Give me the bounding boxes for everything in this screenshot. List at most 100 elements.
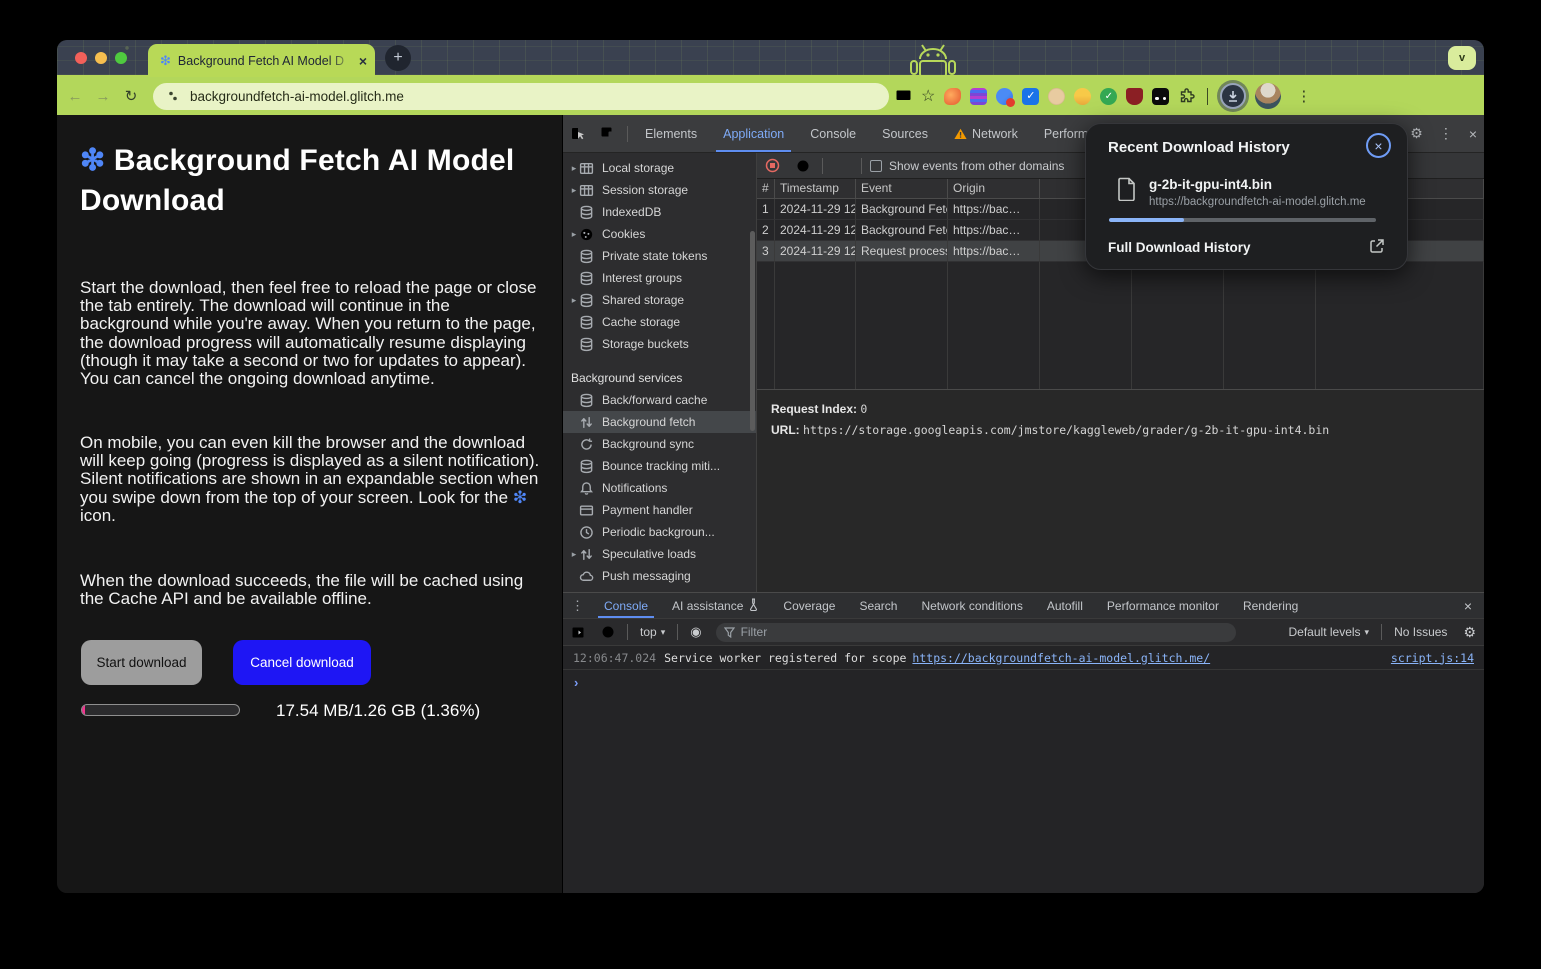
close-window-button[interactable] <box>75 52 87 64</box>
sidebar-item-storage-buckets[interactable]: Storage buckets <box>563 333 756 355</box>
url-bar[interactable]: backgroundfetch-ai-model.glitch.me <box>153 83 889 110</box>
tab-close-icon[interactable]: × <box>359 53 367 69</box>
sidebar-item-shared-storage[interactable]: ▸Shared storage <box>563 289 756 311</box>
device-toolbar-icon[interactable] <box>593 126 623 141</box>
popup-close-button[interactable]: × <box>1366 133 1391 158</box>
browser-tab[interactable]: ❇ Background Fetch AI Model D × <box>148 44 375 77</box>
site-settings-icon[interactable] <box>165 88 181 104</box>
browser-menu-icon[interactable]: ⋮ <box>1290 87 1318 105</box>
sidebar-item-indexeddb[interactable]: IndexedDB <box>563 201 756 223</box>
download-file-name[interactable]: g-2b-it-gpu-int4.bin <box>1149 177 1272 192</box>
sidebar-item-payment-handler[interactable]: Payment handler <box>563 499 756 521</box>
tab-elements[interactable]: Elements <box>632 115 710 152</box>
extension-icon-6[interactable] <box>1074 88 1091 105</box>
tab-console[interactable]: Console <box>797 115 869 152</box>
full-download-history-link[interactable]: Full Download History <box>1108 240 1251 255</box>
issues-counter[interactable]: No Issues <box>1386 625 1455 639</box>
sidebar-item-cache-storage[interactable]: Cache storage <box>563 311 756 333</box>
reload-icon[interactable]: ↻ <box>121 87 141 105</box>
live-expression-eye-icon[interactable]: ◉ <box>682 624 709 640</box>
drawer-tab-performance-monitor[interactable]: Performance monitor <box>1095 593 1231 618</box>
extension-icon-3[interactable] <box>996 88 1013 105</box>
drawer-close-icon[interactable]: × <box>1452 598 1484 614</box>
drawer-tab-rendering[interactable]: Rendering <box>1231 593 1310 618</box>
log-levels-dropdown[interactable]: Default levels▾ <box>1281 625 1378 639</box>
column-header-Timestamp[interactable]: Timestamp <box>775 179 856 198</box>
expand-arrow-icon[interactable]: ▸ <box>563 185 579 196</box>
sidebar-item-bounce-tracking[interactable]: Bounce tracking miti... <box>563 455 756 477</box>
show-other-domains-checkbox[interactable] <box>870 160 882 172</box>
console-prompt[interactable]: › <box>563 670 1484 694</box>
console-source-link[interactable]: script.js:14 <box>1391 651 1474 665</box>
tab-sources[interactable]: Sources <box>869 115 941 152</box>
drawer-menu-icon[interactable]: ⋮ <box>563 598 592 614</box>
drawer-tab-autofill[interactable]: Autofill <box>1035 593 1095 618</box>
drawer-tab-search[interactable]: Search <box>847 593 909 618</box>
console-filter-input[interactable]: Filter <box>716 623 1236 642</box>
extension-icon-8[interactable] <box>1126 88 1143 105</box>
extension-icon-5[interactable] <box>1048 88 1065 105</box>
column-header-Event[interactable]: Event <box>856 179 948 198</box>
sync-icon <box>579 437 594 452</box>
record-events-icon[interactable] <box>757 158 788 173</box>
extension-icon-7[interactable]: ✓ <box>1100 88 1117 105</box>
expand-arrow-icon[interactable]: ▸ <box>563 295 579 306</box>
sidebar-item-periodic-background-sync[interactable]: Periodic backgroun... <box>563 521 756 543</box>
downloads-button[interactable] <box>1220 83 1246 109</box>
minimize-window-button[interactable] <box>95 52 107 64</box>
devtools-close-icon[interactable]: × <box>1462 126 1484 142</box>
console-sidebar-toggle-icon[interactable] <box>563 626 593 639</box>
sidebar-item-speculative-loads[interactable]: ▸Speculative loads <box>563 543 756 565</box>
extension-icon-1[interactable] <box>944 88 961 105</box>
expand-arrow-icon[interactable]: ▸ <box>563 229 579 240</box>
drawer-tab-coverage[interactable]: Coverage <box>771 593 847 618</box>
extension-icon-4[interactable]: ✓ <box>1022 88 1039 105</box>
sidebar-item-local-storage[interactable]: ▸Local storage <box>563 157 756 179</box>
start-download-button[interactable]: Start download <box>81 640 202 685</box>
new-tab-button[interactable]: + <box>385 45 411 71</box>
profile-avatar[interactable] <box>1255 83 1281 109</box>
sidebar-item-notifications[interactable]: Notifications <box>563 477 756 499</box>
drawer-tab-ai-assistance[interactable]: AI assistance <box>660 593 771 618</box>
back-icon[interactable]: ← <box>65 88 85 105</box>
console-settings-gear-icon[interactable]: ⚙ <box>1455 624 1484 641</box>
sidebar-item-session-storage[interactable]: ▸Session storage <box>563 179 756 201</box>
external-link-icon[interactable] <box>1369 238 1385 254</box>
column-header-#[interactable]: # <box>757 179 775 198</box>
tab-network[interactable]: Network <box>941 115 1031 152</box>
sidebar-item-cookies[interactable]: ▸Cookies <box>563 223 756 245</box>
tab-search-chevron-button[interactable]: v <box>1448 46 1476 70</box>
sidebar-item-push-messaging[interactable]: Push messaging <box>563 565 756 587</box>
drawer-tab-console[interactable]: Console <box>592 593 660 618</box>
drawer-tab-network-conditions[interactable]: Network conditions <box>909 593 1034 618</box>
bookmark-star-icon[interactable]: ☆ <box>921 86 935 106</box>
console-scope-link[interactable]: https://backgroundfetch-ai-model.glitch.… <box>912 651 1210 665</box>
extension-icon-9[interactable] <box>1152 88 1169 105</box>
sidebar-item-background-fetch[interactable]: Background fetch <box>563 411 756 433</box>
column-header-Origin[interactable]: Origin <box>948 179 1040 198</box>
event-cell: 2024-11-29 12:… <box>775 199 856 220</box>
execution-context-selector[interactable]: top▾ <box>632 625 673 639</box>
zoom-window-button[interactable] <box>115 52 127 64</box>
expand-arrow-icon[interactable]: ▸ <box>563 549 579 560</box>
sidebar-scrollbar[interactable] <box>750 231 755 431</box>
clear-events-icon[interactable] <box>788 159 818 173</box>
download-file-origin: https://backgroundfetch-ai-model.glitch.… <box>1149 196 1366 208</box>
extensions-puzzle-icon[interactable] <box>1178 88 1195 105</box>
sidebar-item-back-forward-cache[interactable]: Back/forward cache <box>563 389 756 411</box>
sidebar-item-private-state-tokens[interactable]: Private state tokens <box>563 245 756 267</box>
cancel-download-button[interactable]: Cancel download <box>233 640 371 685</box>
clear-console-icon[interactable] <box>593 625 623 639</box>
desktop: ❇ Background Fetch AI Model D × + v ← → <box>0 0 1541 969</box>
inspect-element-icon[interactable] <box>563 126 593 142</box>
save-events-icon[interactable] <box>827 159 857 173</box>
extension-icon-2[interactable] <box>970 88 987 105</box>
devtools-menu-icon[interactable]: ⋮ <box>1432 125 1460 142</box>
install-app-icon[interactable] <box>895 89 912 104</box>
sidebar-item-background-sync[interactable]: Background sync <box>563 433 756 455</box>
forward-icon[interactable]: → <box>93 88 113 105</box>
expand-arrow-icon[interactable]: ▸ <box>563 163 579 174</box>
sidebar-item-interest-groups[interactable]: Interest groups <box>563 267 756 289</box>
console-toolbar-divider3 <box>1381 624 1382 640</box>
tab-application[interactable]: Application <box>710 115 797 152</box>
